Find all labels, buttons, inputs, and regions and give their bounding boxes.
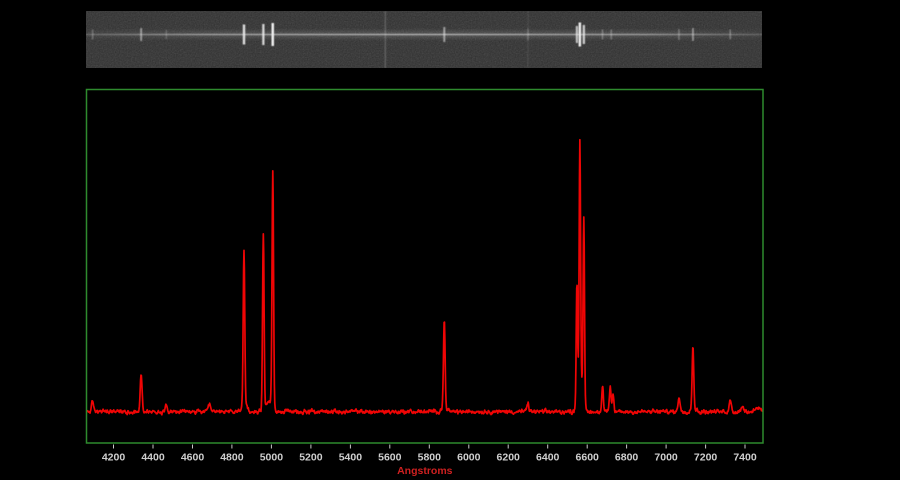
x-axis-tick-label: 7000 (654, 452, 678, 464)
x-axis-tick-label: 7200 (694, 452, 718, 464)
x-axis: 4200 4400 4600 4800 5000 5200 5400 5600 5800 6000… (102, 444, 757, 464)
x-axis-tick-label: 4200 (102, 452, 126, 464)
spectroscopy-view: 4200 4400 4600 4800 5000 5200 5400 5600 5800 6000… (85, 11, 764, 477)
x-axis-tick-label: 5200 (299, 452, 323, 464)
x-axis-tick-label: 6800 (615, 452, 639, 464)
x-axis-tick-label: 4400 (141, 452, 165, 464)
strip-noise-texture (86, 11, 762, 68)
x-axis-tick-label: 5800 (418, 452, 442, 464)
x-axis-tick-label: 6200 (497, 452, 521, 464)
x-axis-title: Angstroms (397, 465, 453, 477)
x-axis-tick-label: 6000 (457, 452, 481, 464)
x-axis-tick-label: 4800 (220, 452, 244, 464)
plot-canvas[interactable] (86, 89, 764, 444)
x-axis-tick-label: 6600 (576, 452, 600, 464)
x-axis-tick-label: 4600 (181, 452, 205, 464)
x-axis-tick-label: 5600 (378, 452, 402, 464)
x-axis-tick-label: 5000 (260, 452, 284, 464)
x-axis-tick-label: 7400 (733, 452, 757, 464)
spectrum-plot: 4200 4400 4600 4800 5000 5200 5400 5600 5800 6000… (85, 88, 764, 477)
spectrum-strip-image[interactable] (86, 11, 762, 68)
x-axis-tick-label: 5400 (339, 452, 363, 464)
x-axis-tick-label: 6400 (536, 452, 560, 464)
